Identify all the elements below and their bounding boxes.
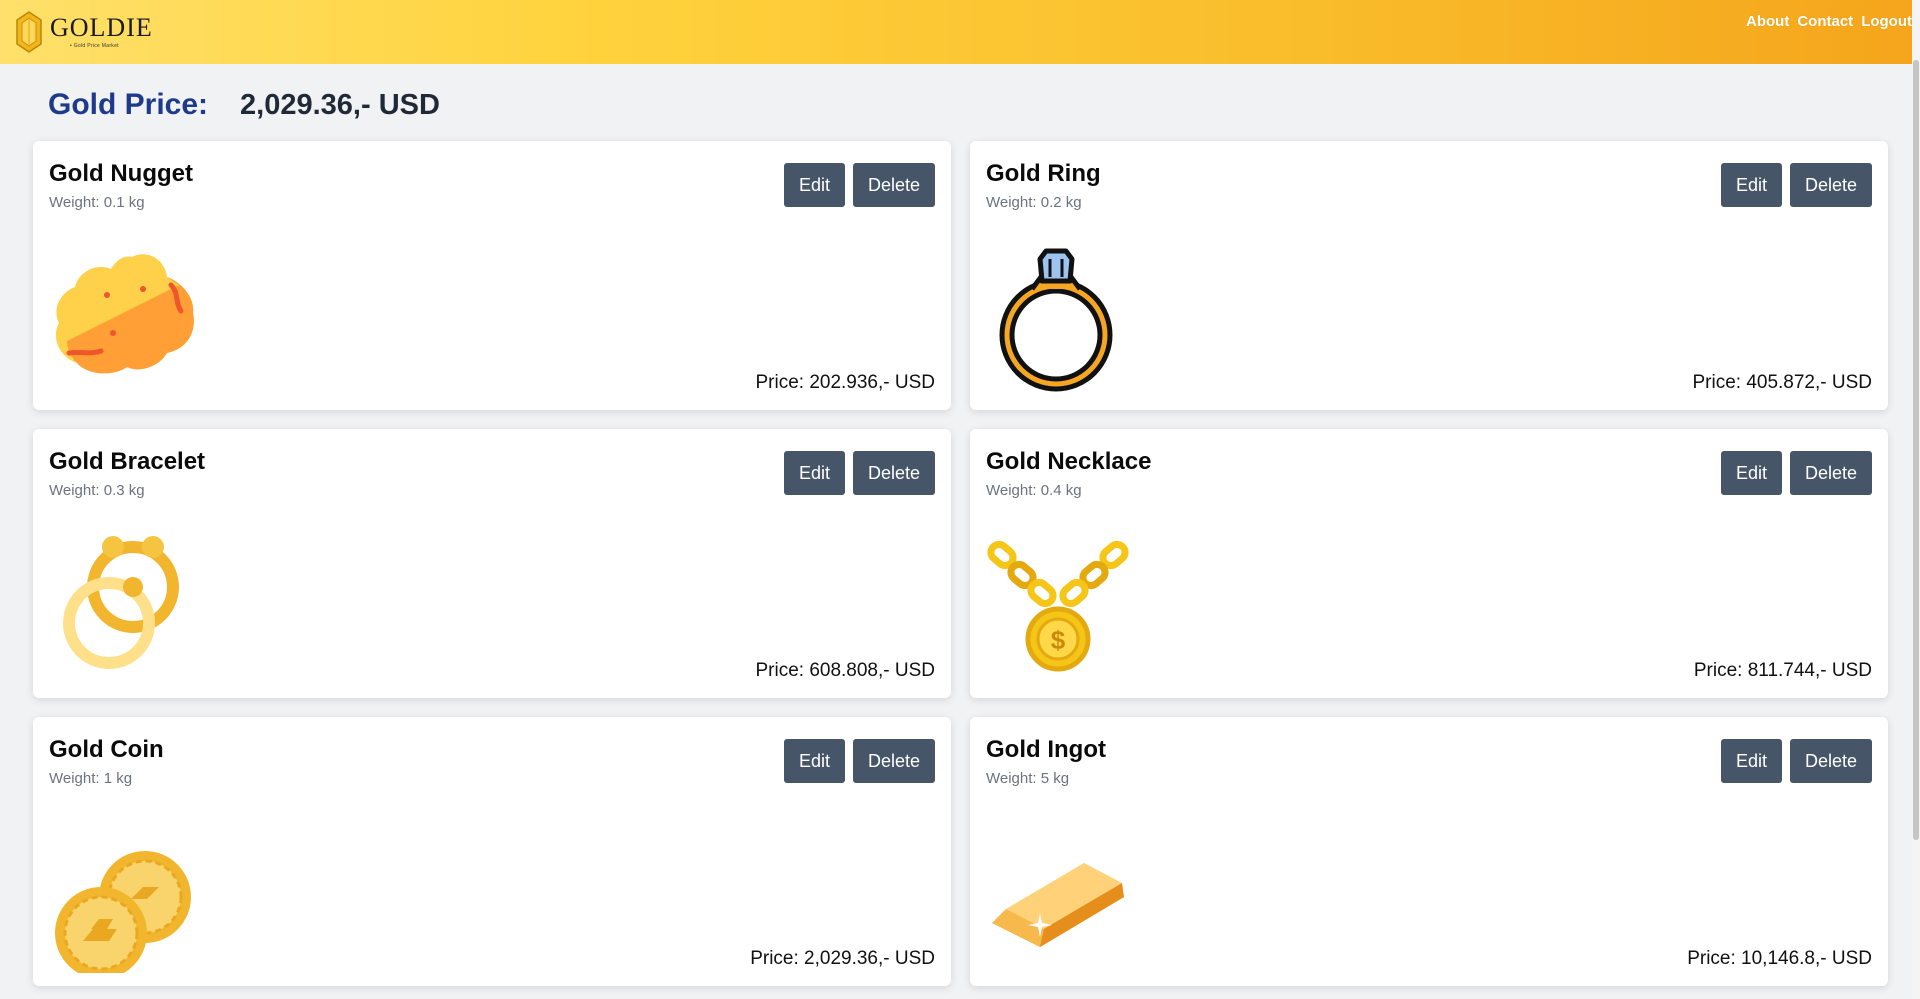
gold-ring-icon [999, 248, 1113, 392]
scrollbar-thumb[interactable] [1913, 60, 1919, 840]
product-actions: Edit Delete [783, 163, 935, 207]
nav-contact-link[interactable]: Contact [1797, 13, 1853, 30]
product-price: Price: 2,029.36,- USD [750, 948, 935, 969]
product-card: Gold Ring Weight: 0.2 kg Edit Delete Pri… [970, 141, 1888, 410]
product-card: Gold Coin Weight: 1 kg Edit Delete Price… [33, 717, 951, 986]
delete-button[interactable]: Delete [1789, 739, 1872, 783]
gold-price-banner: Gold Price: 2,029.36,- USD [48, 88, 440, 122]
product-weight: Weight: 0.2 kg [986, 194, 1082, 211]
page-scrollbar[interactable] [1912, 0, 1920, 999]
product-price: Price: 10,146.8,- USD [1687, 948, 1872, 969]
edit-button[interactable]: Edit [783, 163, 845, 207]
product-weight: Weight: 0.3 kg [49, 482, 145, 499]
svg-text:$: $ [1051, 625, 1066, 655]
product-actions: Edit Delete [783, 451, 935, 495]
product-price: Price: 405.872,- USD [1692, 372, 1872, 393]
brand-tagline: • Gold Price Market [70, 43, 119, 49]
delete-button[interactable]: Delete [852, 163, 935, 207]
delete-button[interactable]: Delete [852, 451, 935, 495]
product-actions: Edit Delete [1720, 451, 1872, 495]
top-navbar: GOLDIE • Gold Price Market About Contact… [0, 0, 1920, 64]
brand-logo[interactable]: GOLDIE • Gold Price Market [14, 10, 153, 54]
gold-coin-icon [55, 851, 191, 973]
delete-button[interactable]: Delete [1789, 163, 1872, 207]
product-card: Gold Ingot Weight: 5 kg Edit Delete Pric… [970, 717, 1888, 986]
product-weight: Weight: 0.1 kg [49, 194, 145, 211]
product-title: Gold Necklace [986, 448, 1152, 475]
product-weight: Weight: 0.4 kg [986, 482, 1082, 499]
nav-logout-link[interactable]: Logout [1861, 13, 1912, 30]
product-card: Gold Nugget Weight: 0.1 kg Edit Delete P… [33, 141, 951, 410]
gold-necklace-icon: $ [987, 540, 1129, 672]
brand-name: GOLDIE [50, 13, 153, 42]
edit-button[interactable]: Edit [783, 451, 845, 495]
delete-button[interactable]: Delete [1789, 451, 1872, 495]
product-actions: Edit Delete [783, 739, 935, 783]
product-card: Gold Bracelet Weight: 0.3 kg Edit Delete… [33, 429, 951, 698]
nav-about-link[interactable]: About [1746, 13, 1789, 30]
product-title: Gold Ingot [986, 736, 1106, 763]
main-nav: About Contact Logout [1746, 13, 1912, 30]
product-title: Gold Nugget [49, 160, 193, 187]
edit-button[interactable]: Edit [1720, 163, 1782, 207]
product-price: Price: 608.808,- USD [755, 660, 935, 681]
edit-button[interactable]: Edit [1720, 739, 1782, 783]
gold-ingot-icon [992, 863, 1124, 947]
product-card: Gold Necklace Weight: 0.4 kg Edit Delete… [970, 429, 1888, 698]
gem-logo-icon [16, 11, 42, 53]
edit-button[interactable]: Edit [783, 739, 845, 783]
product-price: Price: 811.744,- USD [1693, 660, 1872, 681]
delete-button[interactable]: Delete [852, 739, 935, 783]
product-title: Gold Bracelet [49, 448, 206, 475]
gold-nugget-icon [55, 254, 194, 374]
gold-bracelet-icon [63, 536, 179, 669]
product-price: Price: 202.936,- USD [755, 372, 935, 393]
gold-price-value: 2,029.36,- USD [240, 89, 440, 121]
product-weight: Weight: 1 kg [49, 770, 133, 787]
gold-price-label: Gold Price: [48, 88, 209, 121]
product-grid: Gold Nugget Weight: 0.1 kg Edit Delete P… [33, 141, 1888, 986]
product-title: Gold Coin [49, 736, 164, 763]
product-actions: Edit Delete [1720, 739, 1872, 783]
product-weight: Weight: 5 kg [986, 770, 1070, 787]
product-title: Gold Ring [986, 160, 1101, 187]
product-actions: Edit Delete [1720, 163, 1872, 207]
edit-button[interactable]: Edit [1720, 451, 1782, 495]
